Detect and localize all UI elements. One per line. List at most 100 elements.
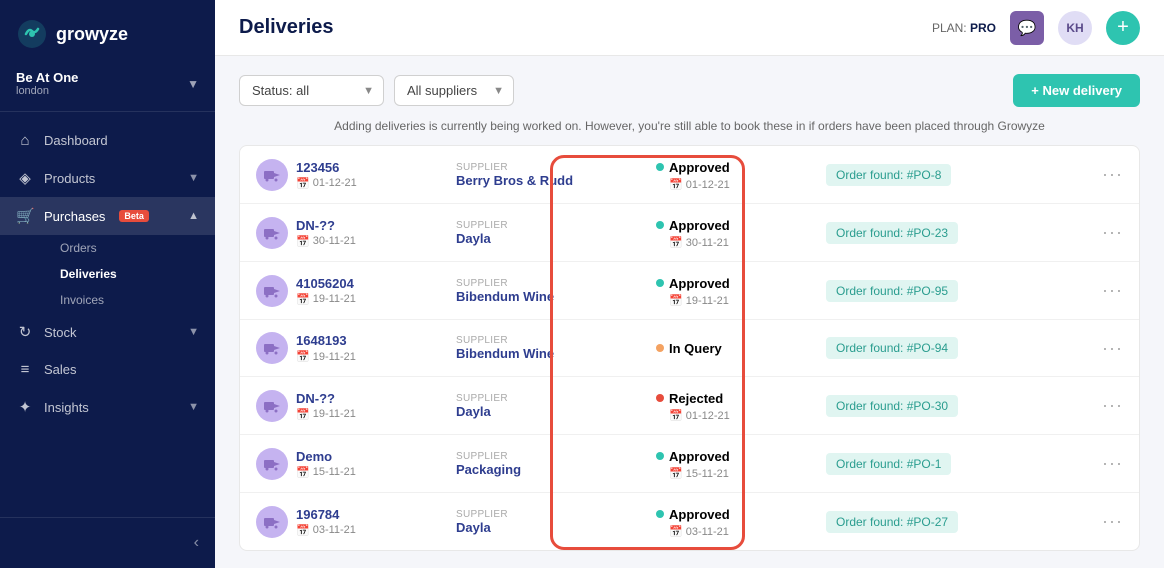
supplier-name: Dayla <box>456 520 656 535</box>
table-row[interactable]: 41056204 📅19-11-21 Supplier Bibendum Win… <box>240 262 1139 320</box>
chevron-icon: ▼ <box>188 172 199 184</box>
delivery-id[interactable]: DN-?? <box>296 218 456 233</box>
delivery-avatar <box>256 217 288 249</box>
table-row[interactable]: Demo 📅15-11-21 Supplier Packaging Approv… <box>240 435 1139 493</box>
status-text: Approved <box>669 160 730 175</box>
table-row[interactable]: DN-?? 📅30-11-21 Supplier Dayla Approved … <box>240 204 1139 262</box>
insights-icon: ✦ <box>16 398 34 416</box>
table-row[interactable]: 123456 📅01-12-21 Supplier Berry Bros & R… <box>240 146 1139 204</box>
delivery-id-col: 123456 📅01-12-21 <box>296 160 456 190</box>
status-filter[interactable]: Status: all Status: approved Status: rej… <box>239 75 384 106</box>
delivery-id[interactable]: DN-?? <box>296 391 456 406</box>
products-icon: ◈ <box>16 169 34 187</box>
order-col: Order found: #PO-27 <box>826 511 1083 533</box>
delivery-avatar <box>256 448 288 480</box>
delivery-avatar <box>256 390 288 422</box>
row-actions-button[interactable]: ··· <box>1083 453 1123 474</box>
status-col: Rejected 📅01-12-21 <box>656 389 826 422</box>
order-tag[interactable]: Order found: #PO-95 <box>826 280 958 302</box>
supplier-name: Packaging <box>456 462 656 477</box>
sidebar-item-stock[interactable]: ↻ Stock ▼ <box>0 313 215 351</box>
status-text: Approved <box>669 507 730 522</box>
calendar-icon: 📅 <box>669 236 683 249</box>
order-tag[interactable]: Order found: #PO-30 <box>826 395 958 417</box>
supplier-col: Supplier Dayla <box>456 220 656 246</box>
supplier-name: Bibendum Wine <box>456 346 656 361</box>
delivery-avatar <box>256 159 288 191</box>
row-actions-button[interactable]: ··· <box>1083 395 1123 416</box>
supplier-name: Dayla <box>456 231 656 246</box>
new-delivery-button[interactable]: + New delivery <box>1013 74 1140 107</box>
toolbar: Status: all Status: approved Status: rej… <box>239 74 1140 107</box>
status-dot-icon <box>656 279 664 287</box>
chevron-icon: ▼ <box>188 326 199 338</box>
row-actions-button[interactable]: ··· <box>1083 222 1123 243</box>
calendar-icon: 📅 <box>296 235 310 248</box>
order-tag[interactable]: Order found: #PO-27 <box>826 511 958 533</box>
sidebar-item-invoices[interactable]: Invoices <box>44 287 215 313</box>
org-selector[interactable]: Be At One london ▼ <box>0 64 215 112</box>
supplier-label: Supplier <box>456 393 656 404</box>
row-actions-button[interactable]: ··· <box>1083 338 1123 359</box>
row-actions-button[interactable]: ··· <box>1083 511 1123 532</box>
delivery-id-col: DN-?? 📅19-11-21 <box>296 391 456 421</box>
status-badge: In Query <box>656 341 722 356</box>
delivery-id[interactable]: 1648193 <box>296 333 456 348</box>
status-badge: Approved <box>656 160 730 175</box>
sidebar-item-orders[interactable]: Orders <box>44 235 215 261</box>
avatar-icon <box>263 397 281 415</box>
chevron-up-icon: ▲ <box>188 210 199 222</box>
chat-button[interactable]: 💬 <box>1010 11 1044 45</box>
sidebar-item-sales[interactable]: ≡ Sales <box>0 351 215 388</box>
status-badge: Approved <box>656 218 730 233</box>
add-button[interactable]: + <box>1106 11 1140 45</box>
delivery-date: 📅19-11-21 <box>296 408 456 421</box>
supplier-col: Supplier Bibendum Wine <box>456 335 656 361</box>
status-date: 📅01-12-21 <box>669 178 826 191</box>
sidebar-item-purchases[interactable]: 🛒 Purchases Beta ▲ <box>0 197 215 235</box>
status-col: Approved 📅03-11-21 <box>656 505 826 538</box>
sidebar-item-deliveries[interactable]: Deliveries <box>44 261 215 287</box>
delivery-id[interactable]: Demo <box>296 449 456 464</box>
purchases-icon: 🛒 <box>16 207 34 225</box>
order-tag[interactable]: Order found: #PO-23 <box>826 222 958 244</box>
sidebar-item-insights[interactable]: ✦ Insights ▼ <box>0 388 215 426</box>
supplier-filter[interactable]: All suppliers <box>394 75 514 106</box>
sidebar-item-dashboard[interactable]: ⌂ Dashboard <box>0 122 215 159</box>
sidebar-item-products[interactable]: ◈ Products ▼ <box>0 159 215 197</box>
order-tag[interactable]: Order found: #PO-1 <box>826 453 951 475</box>
supplier-name: Bibendum Wine <box>456 289 656 304</box>
order-tag[interactable]: Order found: #PO-8 <box>826 164 951 186</box>
avatar-icon <box>263 224 281 242</box>
status-dot-icon <box>656 163 664 171</box>
delivery-avatar <box>256 506 288 538</box>
calendar-icon: 📅 <box>296 350 310 363</box>
order-tag[interactable]: Order found: #PO-94 <box>826 337 958 359</box>
collapse-sidebar-button[interactable]: ‹ <box>0 528 215 558</box>
beta-badge: Beta <box>119 210 149 222</box>
row-actions-button[interactable]: ··· <box>1083 164 1123 185</box>
delivery-id[interactable]: 196784 <box>296 507 456 522</box>
table-row[interactable]: DN-?? 📅19-11-21 Supplier Dayla Rejected … <box>240 377 1139 435</box>
status-date: 📅01-12-21 <box>669 409 826 422</box>
supplier-label: Supplier <box>456 509 656 520</box>
calendar-icon: 📅 <box>296 408 310 421</box>
delivery-date: 📅15-11-21 <box>296 466 456 479</box>
status-dot-icon <box>656 394 664 402</box>
delivery-id[interactable]: 123456 <box>296 160 456 175</box>
table-row[interactable]: 1648193 📅19-11-21 Supplier Bibendum Wine… <box>240 320 1139 377</box>
status-badge: Approved <box>656 449 730 464</box>
status-text: Approved <box>669 218 730 233</box>
delivery-id[interactable]: 41056204 <box>296 276 456 291</box>
purchases-subnav: Orders Deliveries Invoices <box>0 235 215 313</box>
delivery-id-col: 41056204 📅19-11-21 <box>296 276 456 306</box>
status-col: Approved 📅19-11-21 <box>656 274 826 307</box>
delivery-date: 📅03-11-21 <box>296 524 456 537</box>
row-actions-button[interactable]: ··· <box>1083 280 1123 301</box>
main-nav: ⌂ Dashboard ◈ Products ▼ 🛒 Purchases Bet… <box>0 112 215 517</box>
status-dot-icon <box>656 510 664 518</box>
table-row[interactable]: 196784 📅03-11-21 Supplier Dayla Approved… <box>240 493 1139 550</box>
user-avatar[interactable]: KH <box>1058 11 1092 45</box>
status-col: Approved 📅15-11-21 <box>656 447 826 480</box>
sidebar-item-label: Sales <box>44 362 77 377</box>
